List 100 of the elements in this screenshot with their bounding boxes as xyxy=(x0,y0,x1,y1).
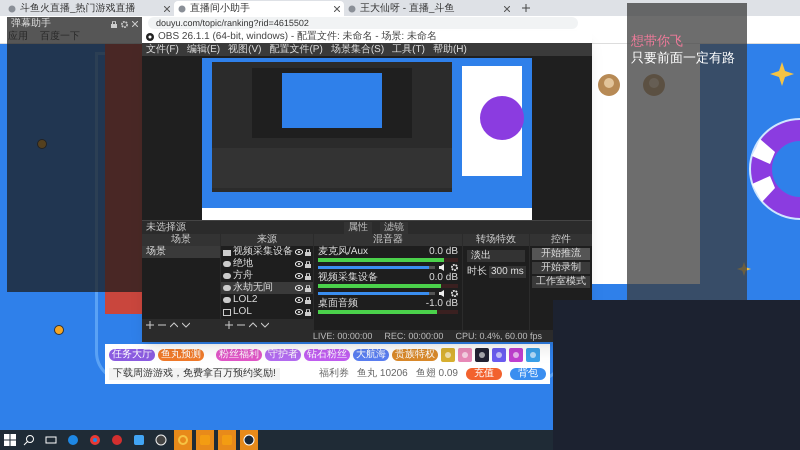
close-icon[interactable] xyxy=(334,6,340,12)
music-icon xyxy=(111,434,123,446)
status-live: LIVE: 00:00:00 xyxy=(312,330,372,342)
menu-item[interactable]: 配置文件(P) xyxy=(269,44,323,56)
new-tab-icon[interactable] xyxy=(522,4,530,12)
control-button[interactable]: 开始录制 xyxy=(532,262,590,274)
menu-item[interactable]: 帮助(H) xyxy=(432,44,467,56)
taskview-icon xyxy=(45,434,57,446)
page-icon xyxy=(8,4,16,12)
menu-item[interactable]: 文件(F) xyxy=(146,44,179,56)
recorder-icon xyxy=(155,434,167,446)
tab-title: 直播间小助手 xyxy=(190,2,251,14)
eye-icon[interactable] xyxy=(295,297,303,303)
menu-item[interactable]: 场景集合(S) xyxy=(330,44,384,56)
channel-reading: 0.0 dB xyxy=(429,246,458,258)
browser-tab[interactable]: 直播间小助手 xyxy=(174,1,344,16)
lock-icon[interactable] xyxy=(305,272,311,280)
taskbar-button[interactable] xyxy=(240,430,258,450)
source-name: LOL2 xyxy=(233,294,258,306)
dock-title: 转场特效 xyxy=(463,234,529,246)
overlay-text: 只要前面一定有路 xyxy=(630,50,736,65)
duration-label: 时长 xyxy=(467,266,487,278)
source-name: LOL xyxy=(233,306,253,318)
start-icon[interactable] xyxy=(4,434,16,446)
avatar-icon xyxy=(598,74,620,96)
activity-badge[interactable]: 大航海 xyxy=(353,349,389,361)
search-icon xyxy=(23,434,35,446)
page-icon xyxy=(348,4,356,12)
source-item[interactable]: 永劫无间 xyxy=(221,282,313,294)
control-button[interactable]: 工作室模式 xyxy=(532,276,590,288)
dot-icon xyxy=(54,325,64,335)
panel-title: 弹幕助手 xyxy=(11,18,52,30)
add-icon[interactable] xyxy=(146,320,154,328)
menu-item[interactable]: 视图(V) xyxy=(228,44,262,56)
camera-icon xyxy=(223,248,231,256)
add-icon[interactable] xyxy=(225,320,233,328)
browser-icon xyxy=(89,434,101,446)
eye-icon[interactable] xyxy=(295,309,303,315)
lock-icon[interactable] xyxy=(305,260,311,268)
ring-icon xyxy=(177,434,189,446)
notice-text: 下载周游游戏，免费拿百万预约奖励! xyxy=(109,368,280,380)
activity-badge[interactable]: 钻石粉丝 xyxy=(304,349,350,361)
star-icon xyxy=(770,62,794,86)
activity-badge[interactable]: 任务大厅 xyxy=(109,349,155,361)
app-icon xyxy=(133,434,145,446)
source-item[interactable]: 方舟 xyxy=(221,270,313,282)
dock-title: 控件 xyxy=(530,234,592,246)
down-icon[interactable] xyxy=(182,320,190,328)
up-icon[interactable] xyxy=(170,320,178,328)
source-item[interactable]: 视频采集设备 xyxy=(221,246,313,258)
lock-icon[interactable] xyxy=(305,284,311,292)
yuwan-balance: 鱼丸 10206 xyxy=(357,368,408,380)
channel-name: 麦克风/Aux xyxy=(318,246,368,258)
channel-reading: 0.0 dB xyxy=(429,272,458,284)
channel-reading: -1.0 dB xyxy=(426,298,458,310)
browser-icon xyxy=(67,434,79,446)
channel-name: 视频采集设备 xyxy=(318,272,378,284)
toolbar-button[interactable]: 滤镜 xyxy=(380,222,408,234)
duration-field[interactable]: 300 ms xyxy=(489,266,526,278)
source-name: 绝地 xyxy=(233,258,254,270)
source-item[interactable]: 绝地 xyxy=(221,258,313,270)
close-icon[interactable] xyxy=(504,6,510,12)
status-rec: REC: 00:00:00 xyxy=(384,330,444,342)
dock-title: 混音器 xyxy=(314,234,462,246)
lock-icon[interactable] xyxy=(305,296,311,304)
menu-item[interactable]: 编辑(E) xyxy=(186,44,220,56)
address-bar[interactable]: douyu.com/topic/ranking?rid=4615502 xyxy=(148,17,578,29)
lock-icon[interactable] xyxy=(305,248,311,256)
lock-icon[interactable] xyxy=(111,20,117,28)
window-title: OBS 26.1.1 (64-bit, windows) - 配置文件: 未命名 - 场景: 未命名 xyxy=(158,31,437,43)
lock-icon[interactable] xyxy=(305,308,311,316)
gift-icon[interactable] xyxy=(475,348,489,362)
close-icon[interactable] xyxy=(164,6,170,12)
eye-icon[interactable] xyxy=(295,261,303,267)
source-name: 永劫无间 xyxy=(233,282,274,294)
selection-label: 未选择源 xyxy=(146,222,187,234)
eye-icon[interactable] xyxy=(295,249,303,255)
page-icon xyxy=(178,4,186,12)
source-item[interactable]: LOL xyxy=(221,306,313,318)
tab-title: 王大仙呀 - 直播_斗鱼 xyxy=(360,2,456,14)
source-item[interactable]: LOL2 xyxy=(221,294,313,306)
down-icon[interactable] xyxy=(261,320,269,328)
window-icon xyxy=(223,308,231,316)
transition-select[interactable]: 淡出 xyxy=(467,250,525,262)
toolbar-button[interactable]: 属性 xyxy=(344,222,372,234)
steam-icon xyxy=(243,434,255,446)
source-name: 视频采集设备 xyxy=(233,246,293,258)
eye-icon[interactable] xyxy=(295,273,303,279)
dock-title: 场景 xyxy=(142,234,220,246)
eye-icon[interactable] xyxy=(295,285,303,291)
coupon-link[interactable]: 福利券 xyxy=(319,368,350,380)
yuchi-balance: 鱼翅 0.09 xyxy=(416,368,458,380)
channel-name: 桌面音频 xyxy=(318,298,358,310)
source-name: 方舟 xyxy=(233,270,254,282)
up-icon[interactable] xyxy=(249,320,257,328)
control-button[interactable]: 开始推流 xyxy=(532,248,590,260)
scene-item[interactable]: 场景 xyxy=(142,246,220,258)
menu-item[interactable]: 工具(T) xyxy=(392,44,425,56)
dock-title: 来源 xyxy=(221,234,313,246)
gift-icon[interactable] xyxy=(492,348,506,362)
